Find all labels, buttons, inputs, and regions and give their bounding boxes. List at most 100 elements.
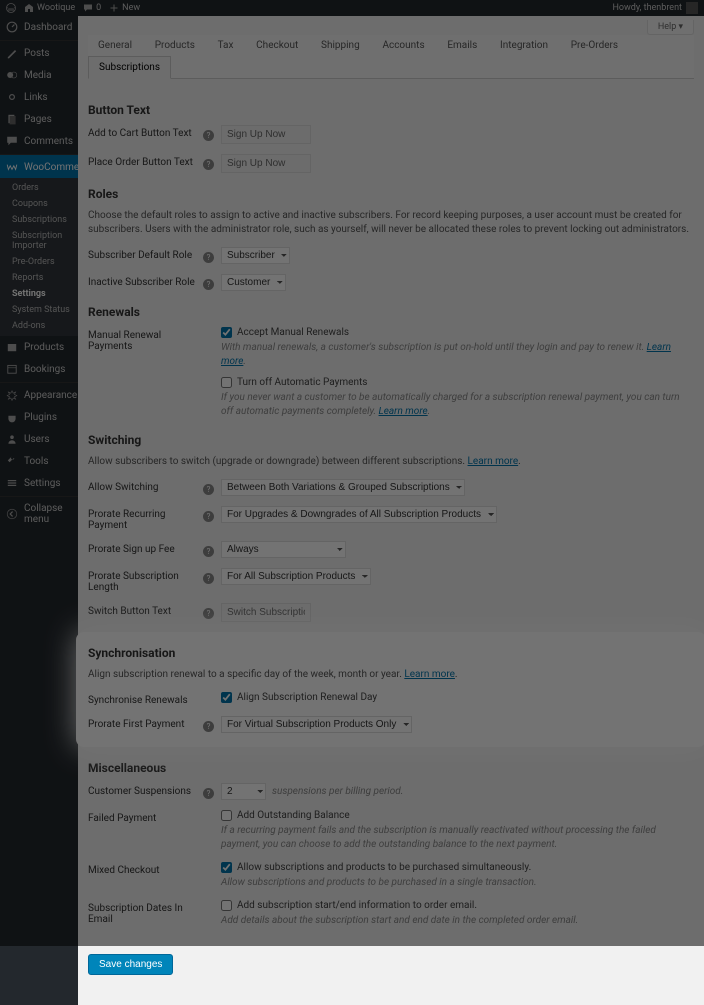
wp-logo[interactable] — [6, 3, 16, 13]
input-place-order[interactable] — [221, 154, 311, 173]
heading-renewals: Renewals — [88, 305, 694, 319]
avatar[interactable] — [686, 2, 698, 14]
menu-tools[interactable]: Tools — [0, 450, 78, 472]
tooltip-icon[interactable]: ? — [203, 252, 214, 263]
site-link[interactable]: Wootique — [24, 3, 75, 13]
menu-comments[interactable]: Comments — [0, 130, 78, 152]
sub-status[interactable]: System Status — [0, 302, 78, 318]
menu-pages[interactable]: Pages — [0, 108, 78, 130]
tab-subscriptions[interactable]: Subscriptions — [88, 56, 171, 79]
select-suspensions[interactable]: 2 — [221, 783, 266, 800]
select-prorate-recurring[interactable]: For Upgrades & Downgrades of All Subscri… — [221, 506, 497, 523]
menu-appearance[interactable]: Appearance — [0, 382, 78, 406]
settings-tabs: General Products Tax Checkout Shipping A… — [88, 35, 694, 79]
check-turn-off-auto[interactable] — [221, 377, 232, 388]
heading-sync: Synchronisation — [88, 646, 694, 660]
select-default-role[interactable]: Subscriber — [221, 247, 290, 264]
save-button[interactable]: Save changes — [88, 954, 173, 975]
label-sync-renewals: Synchronise Renewals — [88, 692, 203, 706]
select-prorate-length[interactable]: For All Subscription Products — [221, 568, 371, 585]
tooltip-icon[interactable]: ? — [203, 279, 214, 290]
sub-reports[interactable]: Reports — [0, 270, 78, 286]
input-switch-text[interactable] — [221, 603, 311, 622]
sub-subscriptions[interactable]: Subscriptions — [0, 212, 78, 228]
check-accept-manual[interactable] — [221, 327, 232, 338]
menu-bookings[interactable]: Bookings — [0, 358, 78, 380]
tooltip-icon[interactable]: ? — [203, 573, 214, 584]
sub-preorders[interactable]: Pre-Orders — [0, 254, 78, 270]
menu-users[interactable]: Users — [0, 428, 78, 450]
howdy-text[interactable]: Howdy, thenbrent — [612, 3, 682, 13]
menu-bookings-label: Bookings — [24, 364, 65, 375]
link-learn-more-auto[interactable]: Learn more — [379, 406, 428, 417]
comments-bubble[interactable]: 0 — [83, 3, 101, 13]
tooltip-icon[interactable]: ? — [203, 721, 214, 732]
label-default-role: Subscriber Default Role — [88, 247, 203, 261]
label-prorate-first: Prorate First Payment — [88, 716, 203, 730]
menu-appearance-label: Appearance — [24, 390, 77, 401]
new-content[interactable]: New — [109, 3, 140, 13]
menu-products[interactable]: Products — [0, 336, 78, 358]
menu-posts[interactable]: Posts — [0, 40, 78, 64]
tab-shipping[interactable]: Shipping — [311, 35, 370, 56]
note-mixed: Allow subscriptions and products to be p… — [221, 876, 694, 890]
tooltip-icon[interactable]: ? — [203, 484, 214, 495]
sub-settings[interactable]: Settings — [0, 286, 78, 302]
link-learn-more-sync[interactable]: Learn more — [404, 669, 455, 680]
tooltip-icon[interactable]: ? — [203, 546, 214, 557]
tooltip-icon[interactable]: ? — [203, 608, 214, 619]
menu-dashboard-label: Dashboard — [24, 22, 72, 33]
menu-links[interactable]: Links — [0, 86, 78, 108]
input-add-to-cart[interactable] — [221, 125, 311, 144]
menu-collapse[interactable]: Collapse menu — [0, 496, 78, 530]
menu-users-label: Users — [24, 434, 50, 445]
note-accept: With manual renewals, a customer's subsc… — [221, 342, 647, 353]
select-inactive-role[interactable]: Customer — [221, 274, 286, 291]
link-learn-more-switching[interactable]: Learn more — [468, 456, 519, 467]
select-allow-switching[interactable]: Between Both Variations & Grouped Subscr… — [221, 479, 465, 496]
select-prorate-signup[interactable]: Always — [221, 541, 346, 558]
menu-media-label: Media — [24, 70, 52, 81]
check-mixed[interactable] — [221, 862, 232, 873]
tab-products[interactable]: Products — [145, 35, 205, 56]
sub-importer[interactable]: Subscription Importer — [0, 228, 78, 254]
menu-collapse-label: Collapse menu — [24, 503, 72, 525]
new-label: New — [122, 3, 140, 13]
menu-media[interactable]: Media — [0, 64, 78, 86]
check-turn-off-label: Turn off Automatic Payments — [237, 377, 367, 388]
menu-pages-label: Pages — [24, 114, 52, 125]
menu-plugins[interactable]: Plugins — [0, 406, 78, 428]
check-outstanding[interactable] — [221, 810, 232, 821]
menu-settings[interactable]: Settings — [0, 472, 78, 494]
menu-comments-label: Comments — [24, 136, 73, 147]
tab-checkout[interactable]: Checkout — [246, 35, 308, 56]
check-dates[interactable] — [221, 900, 232, 911]
menu-plugins-label: Plugins — [24, 412, 57, 423]
woocommerce-submenu: Orders Coupons Subscriptions Subscriptio… — [0, 178, 78, 336]
tab-integration[interactable]: Integration — [490, 35, 558, 56]
help-tab[interactable]: Help ▾ — [647, 20, 694, 35]
menu-woocommerce[interactable]: WooCommerce — [0, 154, 78, 178]
tab-preorders[interactable]: Pre-Orders — [561, 35, 628, 56]
menu-products-label: Products — [24, 342, 64, 353]
tooltip-icon[interactable]: ? — [203, 788, 214, 799]
tab-accounts[interactable]: Accounts — [372, 35, 434, 56]
check-align-renewal[interactable] — [221, 692, 232, 703]
tab-general[interactable]: General — [88, 35, 142, 56]
sub-coupons[interactable]: Coupons — [0, 196, 78, 212]
tab-tax[interactable]: Tax — [208, 35, 244, 56]
label-allow-switching: Allow Switching — [88, 479, 203, 493]
tooltip-icon[interactable]: ? — [203, 511, 214, 522]
menu-dashboard[interactable]: Dashboard — [0, 16, 78, 38]
select-prorate-first[interactable]: For Virtual Subscription Products Only — [221, 716, 412, 733]
tooltip-icon[interactable]: ? — [203, 159, 214, 170]
sub-addons[interactable]: Add-ons — [0, 318, 78, 334]
tab-emails[interactable]: Emails — [437, 35, 487, 56]
tooltip-icon[interactable]: ? — [203, 130, 214, 141]
sub-orders[interactable]: Orders — [0, 180, 78, 196]
heading-roles: Roles — [88, 187, 694, 201]
note-dates: Add details about the subscription start… — [221, 914, 694, 928]
menu-settings-label: Settings — [24, 478, 61, 489]
label-prorate-recurring: Prorate Recurring Payment — [88, 506, 203, 531]
heading-switching: Switching — [88, 433, 694, 447]
